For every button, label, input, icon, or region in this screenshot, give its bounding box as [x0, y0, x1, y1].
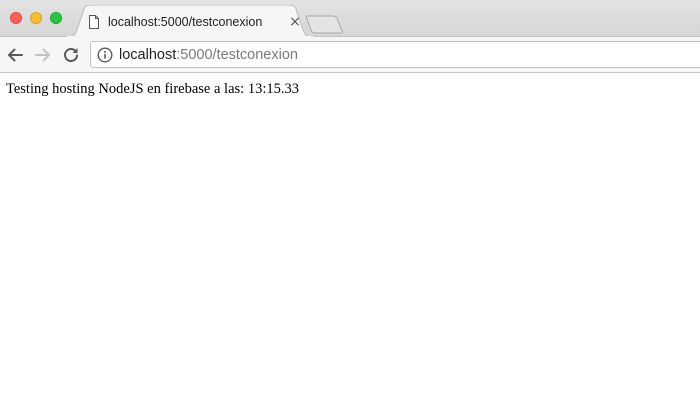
- tab-title: localhost:5000/testconexion: [108, 15, 263, 29]
- forward-arrow-icon[interactable]: [33, 45, 53, 65]
- url-path: :5000/testconexion: [176, 46, 298, 63]
- url-text[interactable]: localhost:5000/testconexion: [119, 47, 298, 63]
- back-arrow-icon[interactable]: [5, 45, 25, 65]
- page-content: Testing hosting NodeJS en firebase a las…: [0, 73, 700, 400]
- url-host: localhost: [119, 46, 177, 63]
- reload-icon[interactable]: [61, 45, 81, 65]
- browser-window: localhost:5000/testconexion × localhost:…: [0, 0, 700, 400]
- new-tab-button[interactable]: [306, 14, 344, 34]
- window-minimize-button[interactable]: [30, 12, 42, 24]
- address-bar[interactable]: localhost:5000/testconexion: [90, 41, 700, 68]
- tab-strip: localhost:5000/testconexion ×: [0, 0, 700, 38]
- tab-close-icon[interactable]: ×: [288, 14, 302, 30]
- page-body-text: Testing hosting NodeJS en firebase a las…: [6, 81, 299, 97]
- document-icon: [88, 15, 100, 29]
- info-icon[interactable]: [97, 46, 113, 63]
- window-maximize-button[interactable]: [50, 12, 62, 24]
- tab-active[interactable]: localhost:5000/testconexion ×: [88, 9, 302, 35]
- window-close-button[interactable]: [10, 12, 22, 24]
- browser-toolbar: localhost:5000/testconexion: [0, 37, 700, 73]
